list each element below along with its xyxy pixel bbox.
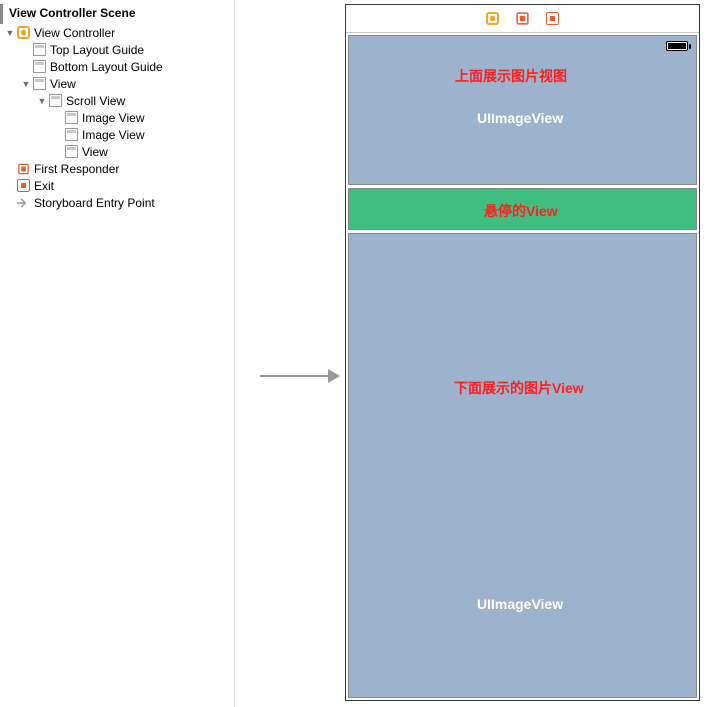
outline-item-label: View — [50, 77, 76, 91]
annotation-upper-class: UIImageView — [477, 110, 563, 126]
outline-item-view-controller[interactable]: ▼ View Controller — [0, 24, 234, 41]
storyboard-entry-arrow-icon[interactable] — [260, 366, 340, 386]
view-icon — [48, 93, 63, 108]
document-outline-panel: View Controller Scene ▼ View Controller … — [0, 0, 235, 707]
outline-tree: ▼ View Controller Top Layout Guide Botto… — [0, 24, 234, 211]
storyboard-scene-canvas[interactable]: 上面展示图片视图 UIImageView 悬停的View 下面展示的图片View… — [345, 4, 700, 701]
outline-item-image-view[interactable]: Image View — [0, 109, 234, 126]
disclosure-triangle-icon[interactable]: ▼ — [36, 95, 48, 107]
outline-item-first-responder[interactable]: First Responder — [0, 160, 234, 177]
outline-item-storyboard-entry-point[interactable]: Storyboard Entry Point — [0, 194, 234, 211]
outline-item-label: Image View — [82, 128, 144, 142]
view-icon — [64, 144, 79, 159]
annotation-lower-class: UIImageView — [477, 596, 563, 612]
outline-item-label: First Responder — [34, 162, 119, 176]
outline-item-label: Top Layout Guide — [50, 43, 144, 57]
disclosure-triangle-icon[interactable]: ▼ — [20, 78, 32, 90]
view-icon — [32, 76, 47, 91]
view-controller-icon[interactable] — [485, 11, 501, 27]
outline-item-label: View Controller — [34, 26, 115, 40]
outline-item-image-view[interactable]: Image View — [0, 126, 234, 143]
outline-item-label: Storyboard Entry Point — [34, 196, 155, 210]
battery-icon — [666, 41, 688, 51]
device-root-view[interactable]: 上面展示图片视图 UIImageView 悬停的View 下面展示的图片View… — [346, 33, 699, 700]
outline-item-exit[interactable]: Exit — [0, 177, 234, 194]
layout-guide-icon — [32, 42, 47, 57]
outline-item-label: Scroll View — [66, 94, 125, 108]
outline-item-label: View — [82, 145, 108, 159]
hover-view[interactable]: 悬停的View — [348, 188, 697, 230]
view-controller-icon — [16, 25, 31, 40]
exit-icon[interactable] — [545, 11, 561, 27]
scene-header[interactable]: View Controller Scene — [0, 4, 234, 24]
outline-item-bottom-layout-guide[interactable]: Bottom Layout Guide — [0, 58, 234, 75]
outline-item-view[interactable]: View — [0, 143, 234, 160]
status-bar — [351, 38, 694, 58]
lower-image-view[interactable]: 下面展示的图片View UIImageView — [348, 233, 697, 698]
upper-image-view[interactable]: 上面展示图片视图 UIImageView — [348, 35, 697, 185]
outline-item-label: Bottom Layout Guide — [50, 60, 163, 74]
outline-item-scroll-view[interactable]: ▼ Scroll View — [0, 92, 234, 109]
outline-item-label: Image View — [82, 111, 144, 125]
layout-guide-icon — [32, 59, 47, 74]
outline-item-top-layout-guide[interactable]: Top Layout Guide — [0, 41, 234, 58]
outline-item-view[interactable]: ▼ View — [0, 75, 234, 92]
annotation-hover-title: 悬停的View — [484, 201, 558, 221]
entry-point-arrow-icon — [16, 195, 31, 210]
view-icon — [64, 110, 79, 125]
annotation-lower-title: 下面展示的图片View — [454, 378, 584, 398]
first-responder-icon[interactable] — [515, 11, 531, 27]
disclosure-triangle-icon[interactable]: ▼ — [4, 27, 16, 39]
scene-title-bar — [346, 5, 699, 33]
first-responder-icon — [16, 161, 31, 176]
outline-item-label: Exit — [34, 179, 54, 193]
annotation-upper-title: 上面展示图片视图 — [455, 66, 567, 86]
exit-icon — [16, 178, 31, 193]
view-icon — [64, 127, 79, 142]
